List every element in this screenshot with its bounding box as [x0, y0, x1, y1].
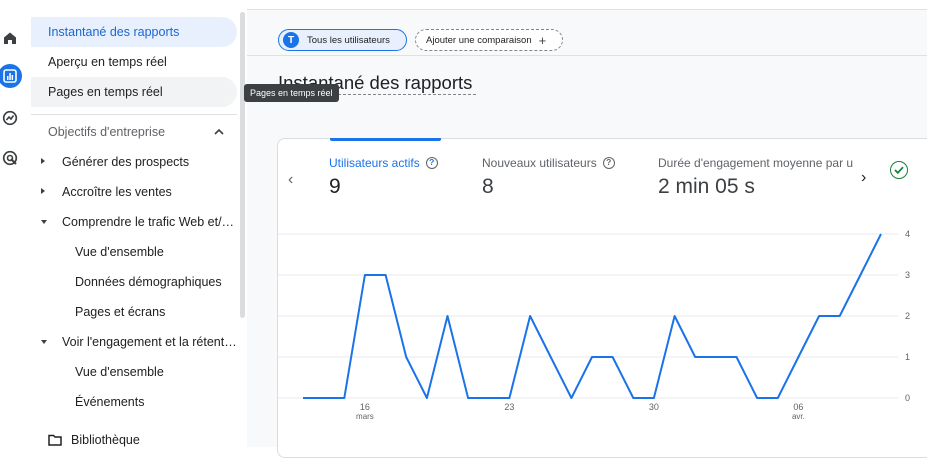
y-tick-label: 2 — [905, 311, 910, 321]
chevron-up-icon — [214, 128, 224, 135]
nav-item-demographics[interactable]: Données démographiques — [31, 267, 237, 297]
add-comparison-label: Ajouter une comparaison — [426, 34, 532, 46]
nav-item-generate-leads[interactable]: Générer des prospects — [31, 147, 237, 177]
nav-item-label: Bibliothèque — [71, 433, 140, 447]
nav-item-label: Pages en temps réel — [48, 85, 163, 99]
tooltip: Pages en temps réel — [244, 84, 339, 102]
metrics-card: ‹ Utilisateurs actifs? 9 Nouveaux utilis… — [277, 138, 927, 458]
x-tick-label: 30 — [649, 402, 659, 412]
y-tick-label: 1 — [905, 352, 910, 362]
comparison-bar: T Tous les utilisateurs Ajouter une comp… — [247, 24, 927, 56]
icon-rail — [0, 0, 31, 447]
nav-item-label: Pages et écrans — [75, 305, 166, 319]
nav-item-reports-snapshot[interactable]: Instantané des rapports — [31, 17, 237, 47]
nav-item-label: Événements — [75, 395, 145, 409]
nav-item-label: Aperçu en temps réel — [48, 55, 167, 69]
x-tick-month-label: avr. — [792, 412, 805, 421]
folder-icon — [48, 434, 62, 446]
plus-icon: + — [538, 32, 547, 48]
nav-item-label: Accroître les ventes — [62, 185, 172, 199]
y-tick-label: 4 — [905, 229, 910, 239]
nav-item-realtime-pages[interactable]: Pages en temps réel — [31, 77, 237, 107]
nav-item-increase-sales[interactable]: Accroître les ventes — [31, 177, 237, 207]
segment-badge: T — [283, 32, 299, 48]
expand-arrow-icon — [41, 188, 45, 194]
nav-item-understand-traffic[interactable]: Comprendre le trafic Web et/… — [31, 207, 237, 237]
all-users-chip[interactable]: T Tous les utilisateurs — [278, 29, 407, 51]
nav-item-label: Générer des prospects — [62, 155, 190, 169]
nav-item-label: Données démographiques — [75, 275, 222, 289]
main-content: T Tous les utilisateurs Ajouter une comp… — [247, 0, 927, 458]
nav-scrollbar[interactable] — [240, 12, 245, 318]
nav-item-library[interactable]: Bibliothèque — [31, 425, 237, 455]
nav-item-label: Vue d'ensemble — [75, 245, 164, 259]
report-navigation: Instantané des rapports Aperçu en temps … — [31, 10, 241, 447]
nav-item-label: Voir l'engagement et la rétent… — [62, 335, 237, 349]
advertising-icon[interactable] — [0, 148, 20, 168]
nav-item-label: Vue d'ensemble — [75, 365, 164, 379]
top-bar — [247, 0, 927, 10]
add-comparison-button[interactable]: Ajouter une comparaison + — [415, 29, 563, 51]
expand-arrow-icon — [41, 158, 45, 164]
segment-label: Tous les utilisateurs — [307, 34, 390, 46]
collapse-arrow-icon — [41, 220, 47, 224]
nav-item-label: Comprendre le trafic Web et/… — [62, 215, 235, 229]
home-icon[interactable] — [0, 28, 20, 48]
nav-item-engagement-overview[interactable]: Vue d'ensemble — [31, 357, 237, 387]
x-tick-month-label: mars — [356, 412, 374, 421]
y-tick-label: 3 — [905, 270, 910, 280]
x-tick-label: 23 — [504, 402, 514, 412]
nav-item-realtime-overview[interactable]: Aperçu en temps réel — [31, 47, 237, 77]
nav-item-pages-screens[interactable]: Pages et écrans — [31, 297, 237, 327]
explore-icon[interactable] — [0, 108, 20, 128]
nav-item-engagement-retention[interactable]: Voir l'engagement et la rétent… — [31, 327, 237, 357]
nav-item-events[interactable]: Événements — [31, 387, 237, 417]
nav-section-business-objectives[interactable]: Objectifs d'entreprise — [31, 117, 237, 147]
active-users-line-chart: 0123416mars23 30 06avr. — [278, 229, 910, 421]
nav-section-label: Objectifs d'entreprise — [48, 125, 166, 139]
nav-item-traffic-overview[interactable]: Vue d'ensemble — [31, 237, 237, 267]
nav-divider — [31, 114, 237, 115]
x-tick-label: 06 — [793, 402, 803, 412]
reports-icon[interactable] — [0, 66, 20, 86]
nav-item-label: Instantané des rapports — [48, 25, 180, 39]
collapse-arrow-icon — [41, 340, 47, 344]
x-tick-label: 16 — [360, 402, 370, 412]
y-tick-label: 0 — [905, 393, 910, 403]
